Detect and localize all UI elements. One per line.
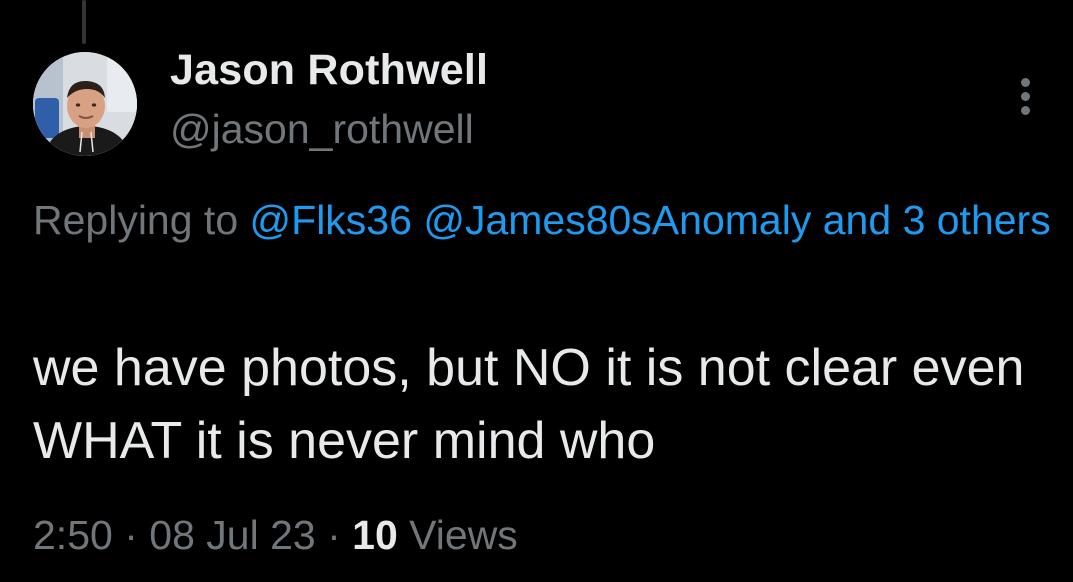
tweet-time[interactable]: 2:50 [33,512,113,558]
more-options-button[interactable] [1006,72,1046,120]
thread-connector-line [82,0,86,44]
tweet-date[interactable]: 08 Jul 23 [149,512,315,558]
tweet-meta: 2:50 · 08 Jul 23 · 10 Views [33,512,518,559]
mention-link[interactable]: @James80sAnomaly [423,197,811,243]
mention-link[interactable]: @Flks36 [250,197,412,243]
others-link[interactable]: 3 others [903,197,1051,243]
views-count[interactable]: 10 [352,512,398,558]
avatar[interactable] [33,52,137,156]
meta-separator: · [124,512,138,558]
avatar-photo [33,52,137,156]
author-handle[interactable]: @jason_rothwell [170,106,474,153]
meta-separator: · [327,512,341,558]
mention-connector[interactable]: and [823,197,891,243]
reply-context: Replying to @Flks36 @James80sAnomaly and… [33,188,1063,252]
views-label[interactable]: Views [409,512,518,558]
author-display-name[interactable]: Jason Rothwell [170,46,488,95]
reply-prefix: Replying to [33,197,239,243]
tweet-text: we have photos, but NO it is not clear e… [33,339,1025,470]
